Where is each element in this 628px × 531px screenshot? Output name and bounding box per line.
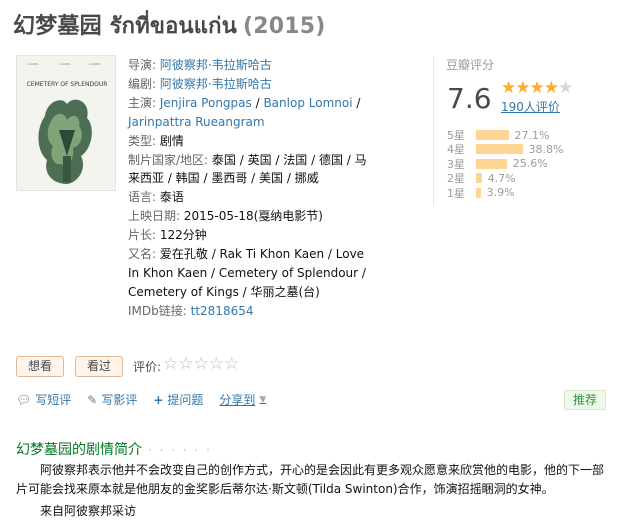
review-link[interactable]: ✎ 写影评 — [87, 391, 137, 408]
movie-year: (2015) — [242, 14, 326, 39]
poster-title-line1: CEMETERY OF SPLENDOUR — [27, 81, 108, 88]
rate-label: 评价: — [133, 360, 162, 374]
votes-link[interactable]: 190人评价 — [501, 98, 560, 115]
poster-art: LAUREL LAUREL LAUREL CEMETERY OF SPLENDOUR — [17, 56, 115, 190]
pencil-icon: ✎ — [87, 392, 98, 407]
page-title: 幻梦墓园 รักที่ขอนแก่น (2015) — [13, 8, 325, 43]
star-filled-icon: ★ — [529, 78, 545, 98]
rating-dist-bar — [476, 130, 509, 140]
recommend-button[interactable]: 推荐 — [564, 390, 606, 410]
genre-row: 类型: 剧情 — [128, 132, 378, 151]
rating-dist-star-label: 1星 — [447, 186, 465, 200]
director-label: 导演: — [128, 58, 157, 72]
rating-dist-row: 4星 38.8% — [447, 142, 607, 157]
rating-dist-row: 5星 27.1% — [447, 128, 607, 143]
star-empty-icon: ★ — [558, 78, 573, 98]
genre-label: 类型: — [128, 133, 157, 148]
cast-link-3[interactable]: Jarinpattra Rueangram — [128, 115, 265, 129]
svg-text:LAUREL: LAUREL — [27, 62, 39, 66]
rate-star-1-icon[interactable]: ☆ — [163, 354, 178, 374]
star-filled-icon: ★ — [543, 78, 559, 98]
writer-label: 编剧: — [128, 76, 157, 91]
review-label: 写影评 — [101, 393, 138, 407]
rating-dist-bar — [476, 158, 507, 169]
cast-row: 主演: Jenjira Pongpas / Banlop Lomnoi / Ja… — [128, 95, 361, 129]
rating-distribution: 5星 27.1% 4星 38.8% 3星 25.6% 2星 4.7% 1星 3.9% — [447, 128, 607, 200]
summary-heading-text: 幻梦墓园的剧情简介 — [16, 442, 142, 458]
comment-icon: 💬︎ — [16, 392, 32, 407]
summary-heading-dots: · · · · · · — [148, 443, 212, 457]
runtime-value: 122分钟 — [159, 228, 207, 243]
short-review-link[interactable]: 💬︎ 写短评 — [16, 391, 71, 408]
release-label: 上映日期: — [128, 209, 181, 224]
release-row: 上映日期: 2015-05-18(戛纳电影节) — [128, 207, 378, 226]
rating-dist-row: 3星 25.6% — [447, 157, 607, 171]
svg-text:LAUREL: LAUREL — [89, 62, 101, 66]
summary-text: 阿彼察邦表示他并不会改变自己的创作方式，开心的是会因此有更多观众愿意来欣赏他的电… — [16, 463, 605, 496]
rating-dist-bar — [476, 173, 482, 184]
movie-poster[interactable]: LAUREL LAUREL LAUREL CEMETERY OF SPLENDOUR — [16, 55, 116, 191]
share-dropdown[interactable]: 分享到 ▼ — [219, 391, 266, 408]
country-row: 制片国家/地区: 泰国 / 英国 / 法国 / 德国 / 马来西亚 / 韩国 /… — [128, 151, 378, 189]
rating-dist-percent: 3.9% — [486, 186, 515, 200]
rate-star-3-icon[interactable]: ☆ — [194, 354, 209, 374]
genre-value: 剧情 — [159, 133, 184, 148]
cast-link-2[interactable]: Banlop Lomnoi — [263, 96, 352, 110]
rating-dist-percent: 38.8% — [528, 142, 564, 156]
imdb-link[interactable]: tt2818654 — [191, 304, 254, 318]
language-label: 语言: — [128, 190, 157, 205]
writer-row: 编剧: 阿彼察邦·韦拉斯哈古 — [128, 75, 378, 94]
writer-link[interactable]: 阿彼察邦·韦拉斯哈古 — [160, 77, 272, 91]
rate-star-4-icon[interactable]: ☆ — [209, 354, 224, 374]
language-value: 泰语 — [159, 190, 184, 205]
rating-dist-bar — [476, 187, 481, 198]
runtime-row: 片长: 122分钟 — [128, 226, 378, 245]
chevron-down-icon: ▼ — [259, 394, 267, 405]
cast-link-1[interactable]: Jenjira Pongpas — [160, 96, 252, 110]
rating-dist-percent: 4.7% — [487, 171, 516, 185]
movie-title: 幻梦墓园 รักที่ขอนแก่น — [13, 14, 237, 39]
director-row: 导演: 阿彼察邦·韦拉斯哈古 — [128, 56, 378, 75]
runtime-label: 片长: — [128, 228, 157, 243]
rate-star-2-icon[interactable]: ☆ — [178, 354, 193, 374]
rating-dist-row: 2星 4.7% — [447, 171, 607, 186]
imdb-label: IMDb链接: — [128, 303, 187, 318]
svg-text:LAUREL: LAUREL — [59, 62, 71, 66]
user-rating-stars[interactable]: ☆☆☆☆☆ — [163, 354, 239, 374]
rating-stars: ★★★★★ — [501, 78, 573, 98]
rating-dist-percent: 25.6% — [512, 157, 548, 171]
star-filled-icon: ★ — [515, 78, 530, 98]
rating-dist-percent: 27.1% — [514, 128, 550, 142]
question-link[interactable]: + 提问题 — [153, 391, 203, 408]
country-label: 制片国家/地区: — [128, 152, 209, 167]
summary-heading: 幻梦墓园的剧情简介 · · · · · · — [16, 439, 212, 459]
share-label: 分享到 — [219, 393, 256, 407]
movie-info: 导演: 阿彼察邦·韦拉斯哈古 编剧: 阿彼察邦·韦拉斯哈古 主演: Jenjir… — [128, 56, 378, 321]
rating-panel: 豆瓣评分 7.6 ★★★★★ 190人评价 5星 27.1% 4星 38.8% 3星 25… — [433, 56, 603, 206]
language-row: 语言: 泰语 — [128, 188, 378, 207]
rating-dist-row: 1星 3.9% — [447, 186, 607, 200]
seen-button[interactable]: 看过 — [75, 356, 123, 377]
director-link[interactable]: 阿彼察邦·韦拉斯哈古 — [160, 58, 272, 72]
imdb-row: IMDb链接: tt2818654 — [128, 302, 378, 321]
aka-row: 又名: 爱在孔敬 / Rak Ti Khon Kaen / Love In Kh… — [128, 245, 378, 302]
summary-source: 来自阿彼察邦采访 — [40, 504, 137, 518]
rating-label: 豆瓣评分 — [446, 58, 495, 72]
cast-label: 主演: — [128, 95, 157, 110]
action-toolbar: 💬︎ 写短评 ✎ 写影评 + 提问题 分享到 ▼ — [16, 391, 282, 408]
rating-dist-bar — [476, 144, 523, 155]
want-button[interactable]: 想看 — [16, 356, 64, 377]
question-label: 提问题 — [167, 393, 204, 407]
aka-value: 爱在孔敬 / Rak Ti Khon Kaen / Love In Khon K… — [128, 247, 366, 299]
rate-star-5-icon[interactable]: ☆ — [224, 354, 239, 374]
rating-score: 7.6 — [447, 82, 492, 115]
short-review-label: 写短评 — [35, 393, 72, 407]
plus-icon: + — [153, 392, 164, 407]
aka-label: 又名: — [128, 247, 157, 262]
release-value: 2015-05-18(戛纳电影节) — [183, 209, 323, 224]
star-filled-icon: ★ — [501, 78, 516, 98]
